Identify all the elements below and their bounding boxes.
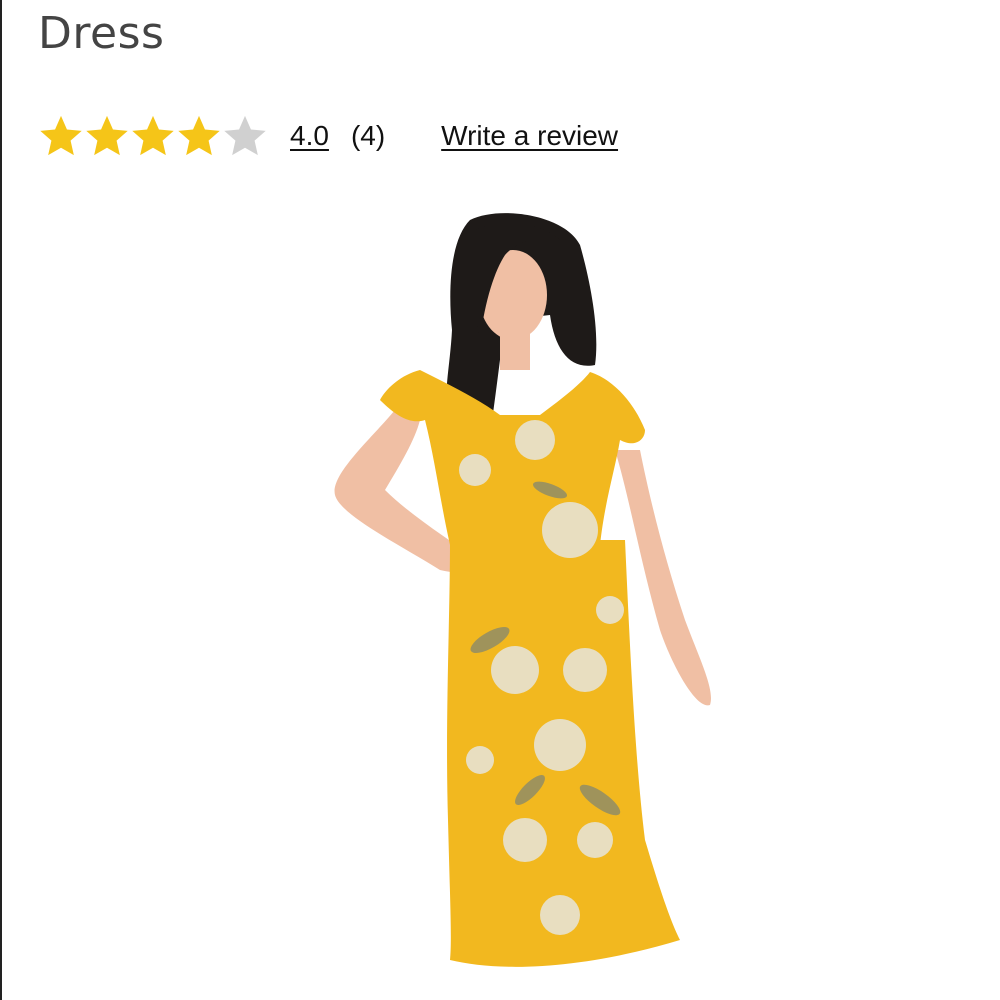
left-border [0,0,2,1000]
write-review-link[interactable]: Write a review [441,120,618,152]
star-icon-1 [38,113,84,159]
star-icon-3 [130,113,176,159]
model-in-yellow-floral-dress-image [334,213,711,967]
star-icon-5 [222,113,268,159]
review-count: (4) [350,120,386,151]
star-icon-4 [176,113,222,159]
product-title: Dress [38,8,165,59]
star-icon-2 [84,113,130,159]
rating-value-link[interactable]: 4.0 [290,120,329,152]
product-image[interactable] [300,200,740,1000]
star-rating [38,113,268,159]
rating-row: 4.0 (4) Write a review [38,110,618,162]
